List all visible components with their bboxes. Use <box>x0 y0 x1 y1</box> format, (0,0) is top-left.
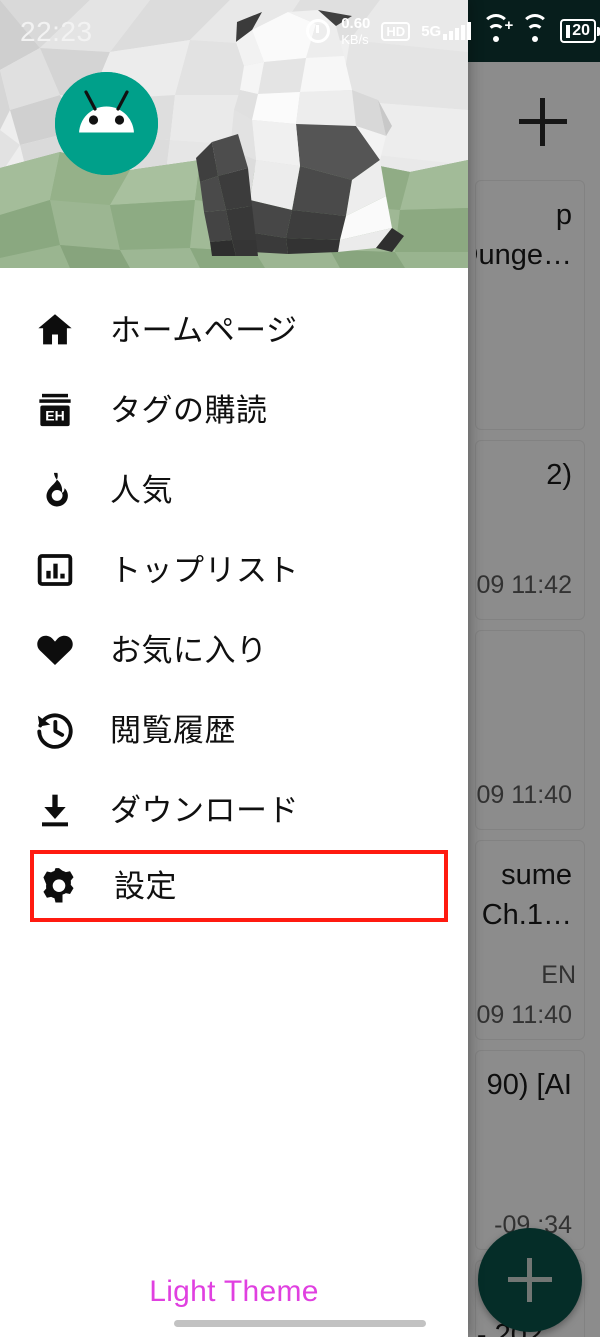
hd-icon: HD <box>381 21 411 41</box>
sidebar-item-toplist[interactable]: トップリスト <box>0 530 468 610</box>
phone-screen: p Dunge… ZH -09 11:43 2) -09 11:42 -09 1… <box>0 0 600 1337</box>
sidebar-item-label: 閲覧履歴 <box>110 712 236 748</box>
wifi-icon <box>521 14 550 42</box>
heart-favourites-icon <box>32 627 78 673</box>
sidebar-item-label: 人気 <box>110 472 173 508</box>
wifi-calling-icon: + <box>482 14 513 42</box>
sidebar-item-downloads[interactable]: ダウンロード <box>0 770 468 850</box>
download-icon <box>32 787 78 833</box>
sidebar-item-label: ホームページ <box>110 312 298 348</box>
status-bar: 22:23 0.60 KB/s HD 5G + 20 <box>0 0 600 62</box>
battery-icon: 20 <box>560 19 600 43</box>
sidebar-item-settings[interactable]: 設定 <box>30 850 448 922</box>
network-speed-icon: 0.60 KB/s <box>341 16 370 46</box>
drawer-footer: Light Theme <box>0 1275 468 1337</box>
sidebar-item-label: タグの購読 <box>110 392 268 428</box>
svg-text:EH: EH <box>45 408 64 424</box>
status-bar-icons: 0.60 KB/s HD 5G + 20 <box>306 14 600 48</box>
signal-bars-icon: 5G <box>421 22 472 40</box>
sidebar-item-label: ダウンロード <box>110 792 299 828</box>
sidebar-item-popular[interactable]: 人気 <box>0 450 468 530</box>
fire-popular-icon <box>32 467 78 513</box>
gesture-nav-handle[interactable] <box>174 1320 426 1327</box>
sidebar-item-label: 設定 <box>114 868 177 904</box>
gear-settings-icon <box>36 863 82 909</box>
network-speed-value: 0.60 <box>341 15 371 32</box>
network-type-label: 5G <box>421 23 442 40</box>
drawer-menu: ホームページ EH タグの購読 人気 トップリスト お気に入り 閲覧履歴 ダウン… <box>0 268 468 1275</box>
sidebar-item-history[interactable]: 閲覧履歴 <box>0 690 468 770</box>
sidebar-item-tag-subscription[interactable]: EH タグの購読 <box>0 370 468 450</box>
sidebar-item-homepage[interactable]: ホームページ <box>0 290 468 370</box>
navigation-drawer: ホームページ EH タグの購読 人気 トップリスト お気に入り 閲覧履歴 ダウン… <box>0 0 468 1337</box>
sidebar-item-label: トップリスト <box>110 552 299 588</box>
avatar[interactable] <box>55 72 158 175</box>
bar-chart-toplist-icon <box>32 547 78 593</box>
status-bar-clock: 22:23 <box>20 16 93 47</box>
network-speed-unit: KB/s <box>341 32 369 47</box>
history-clock-icon <box>32 707 78 753</box>
sidebar-item-label: お気に入り <box>110 632 268 668</box>
eh-subscription-icon: EH <box>32 387 78 433</box>
android-robot-avatar <box>55 72 158 175</box>
theme-label[interactable]: Light Theme <box>149 1275 319 1308</box>
home-icon <box>32 307 78 353</box>
battery-level: 20 <box>572 22 590 40</box>
alarm-icon <box>306 19 331 43</box>
sidebar-item-favourites[interactable]: お気に入り <box>0 610 468 690</box>
